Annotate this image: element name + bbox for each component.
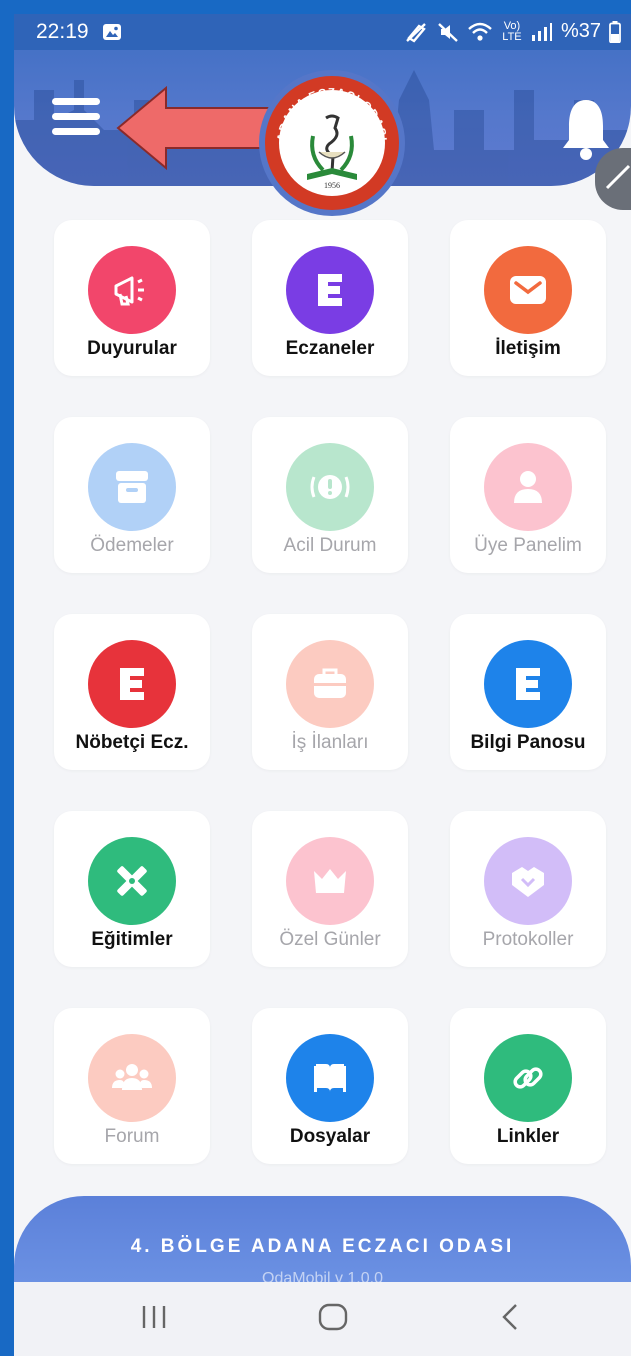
tile-label: Nöbetçi Ecz. [75, 732, 189, 753]
back-button[interactable] [498, 1300, 522, 1334]
pencil-icon [605, 164, 631, 190]
tile-linkler[interactable]: Linkler [450, 1008, 606, 1164]
tile-egitimler[interactable]: Eğitimler [54, 811, 210, 967]
handshake-icon [484, 837, 572, 925]
archive-box-icon [88, 443, 176, 531]
tile-bilgi-panosu[interactable]: Bilgi Panosu [450, 614, 606, 770]
menu-bar [52, 128, 100, 135]
tile-uye-panelim[interactable]: Üye Panelim [450, 417, 606, 573]
tile-label: Duyurular [87, 338, 177, 359]
notifications-bell-button[interactable] [561, 96, 611, 160]
tile-odemeler[interactable]: Ödemeler [54, 417, 210, 573]
pencil-ruler-icon [88, 837, 176, 925]
battery-percent: %37 [560, 20, 601, 42]
chamber-logo: ADANA ECZACI ODASI 1956 [259, 70, 405, 216]
link-icon [484, 1034, 572, 1122]
pharmacy-emblem-icon: ADANA ECZACI ODASI 1956 [265, 76, 399, 210]
red-arrow-annotation-icon [116, 85, 271, 171]
e-letter-icon [88, 640, 176, 728]
edit-handle-button[interactable] [595, 148, 631, 210]
menu-grid: Duyurular Eczaneler İletişim Ödemeler Ac… [54, 220, 606, 1164]
tile-duyurular[interactable]: Duyurular [54, 220, 210, 376]
tile-label: Linkler [496, 1126, 560, 1147]
nfc-off-icon [406, 22, 426, 43]
e-letter-icon [484, 640, 572, 728]
users-icon [88, 1034, 176, 1122]
recent-apps-button[interactable] [140, 1300, 168, 1334]
tile-label: Acil Durum [283, 535, 377, 556]
tile-forum[interactable]: Forum [54, 1008, 210, 1164]
wifi-icon [468, 22, 492, 41]
status-time: 22:19 [36, 20, 89, 43]
alert-icon [286, 443, 374, 531]
tile-label: İletişim [495, 338, 561, 359]
status-icons: Vo) LTE %37 [405, 20, 621, 43]
megaphone-icon [88, 246, 176, 334]
tile-label: Forum [104, 1126, 160, 1147]
tile-is-ilanlari[interactable]: İş İlanları [252, 614, 408, 770]
mute-icon [438, 22, 458, 42]
logo-year: 1956 [324, 181, 340, 190]
system-navigation-bar [14, 1282, 631, 1356]
tile-ozel-gunler[interactable]: Özel Günler [252, 811, 408, 967]
tile-label: Eczaneler [285, 338, 375, 359]
tile-label: Ödemeler [90, 535, 174, 556]
menu-bar [52, 113, 100, 120]
home-button[interactable] [316, 1300, 350, 1334]
gallery-notification-icon [103, 24, 121, 40]
network-type: Vo) LTE [502, 19, 522, 43]
tile-label: Üye Panelim [474, 535, 582, 556]
tile-iletisim[interactable]: İletişim [450, 220, 606, 376]
tile-label: Özel Günler [279, 929, 381, 950]
tile-label: Eğitimler [91, 929, 173, 950]
status-bar: 22:19 Vo) LTE %37 [14, 14, 631, 50]
briefcase-icon [286, 640, 374, 728]
user-icon [484, 443, 572, 531]
e-letter-icon [286, 246, 374, 334]
battery-icon [609, 20, 621, 43]
tile-label: Protokoller [482, 929, 574, 950]
tile-nobetci-ecz[interactable]: Nöbetçi Ecz. [54, 614, 210, 770]
crown-icon [286, 837, 374, 925]
tile-label: İş İlanları [291, 732, 369, 753]
tile-protokoller[interactable]: Protokoller [450, 811, 606, 967]
tile-label: Dosyalar [289, 1126, 371, 1147]
app-screen: 22:19 Vo) LTE %37 ADANA ECZACI ODASI 195… [14, 14, 631, 1356]
tile-label: Bilgi Panosu [470, 732, 586, 753]
footer-title: 4. BÖLGE ADANA ECZACI ODASI [130, 1236, 515, 1257]
hamburger-menu-button[interactable] [52, 98, 104, 150]
tile-acil-durum[interactable]: Acil Durum [252, 417, 408, 573]
tile-dosyalar[interactable]: Dosyalar [252, 1008, 408, 1164]
book-icon [286, 1034, 374, 1122]
envelope-icon [484, 246, 572, 334]
signal-icon [531, 22, 552, 41]
menu-bar [52, 98, 100, 105]
tile-eczaneler[interactable]: Eczaneler [252, 220, 408, 376]
